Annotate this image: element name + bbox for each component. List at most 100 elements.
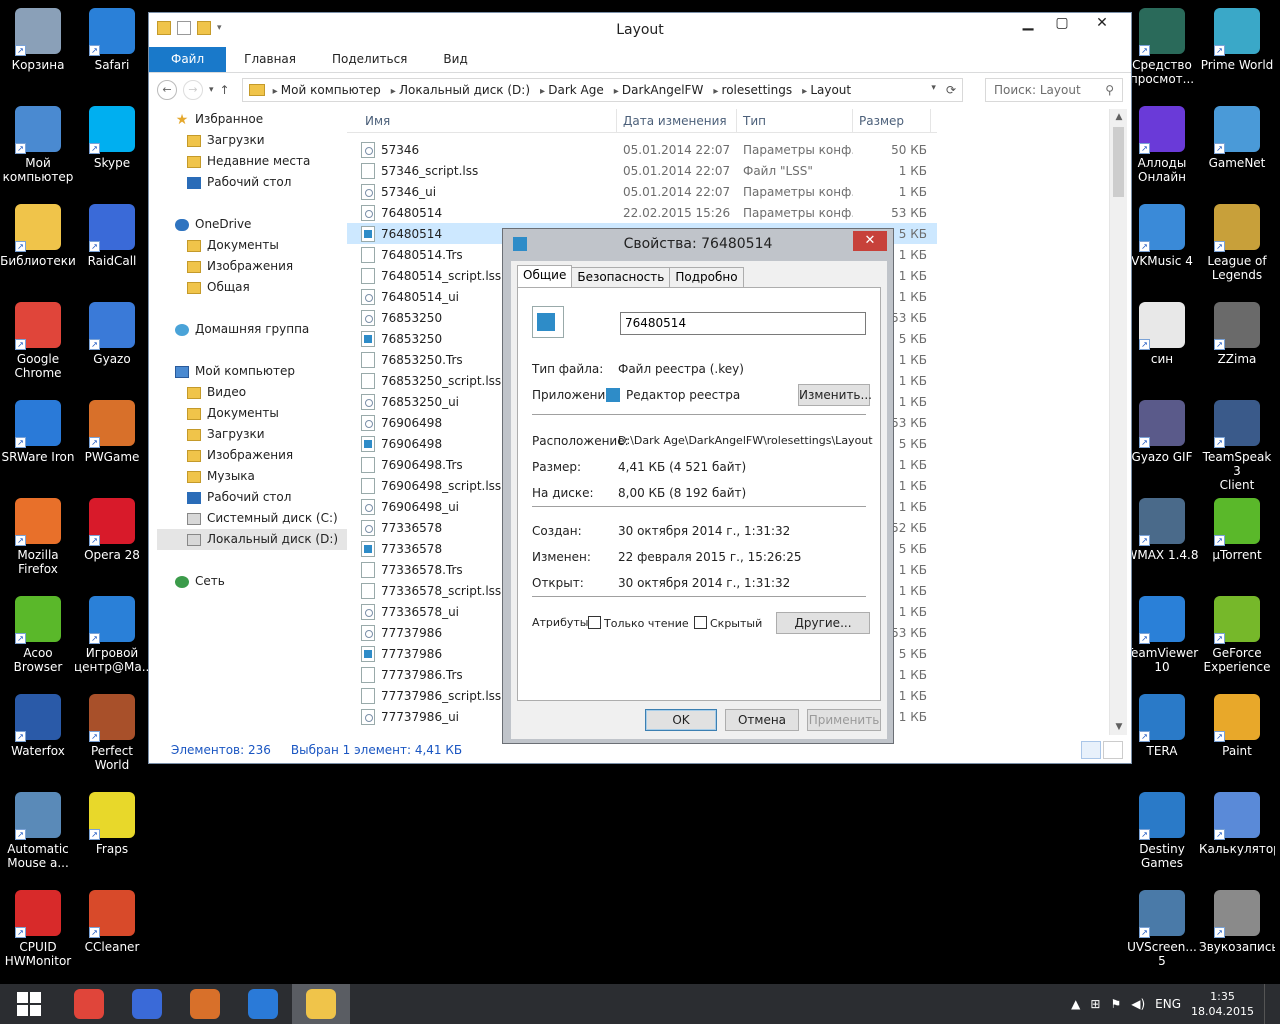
checkbox-box[interactable] <box>694 616 707 629</box>
up-button[interactable]: ↑ <box>220 83 230 97</box>
change-button[interactable]: Изменить... <box>798 384 872 406</box>
volume-icon[interactable]: ◀) <box>1131 997 1145 1011</box>
column-type[interactable]: Тип <box>737 109 853 132</box>
desktop-icon[interactable]: ↗ WMAX 1.4.8 <box>1124 494 1200 586</box>
refresh-icon[interactable]: ⟳ <box>946 83 956 97</box>
desktop-icon[interactable]: ↗ Gyazo GIF <box>1124 396 1200 488</box>
back-button[interactable]: ← <box>157 80 177 100</box>
desktop-icon[interactable]: ↗ Игровой центр@Ma... <box>74 592 150 684</box>
large-icons-view-icon[interactable] <box>1103 741 1123 759</box>
scrollbar-thumb[interactable] <box>1113 127 1124 197</box>
desktop-icon[interactable]: ↗ Аллоды Онлайн <box>1124 102 1200 194</box>
nav-item[interactable]: Локальный диск (D:) <box>157 529 347 550</box>
taskbar-explorer[interactable] <box>292 984 350 1024</box>
search-input[interactable]: Поиск: Layout ⚲ <box>985 78 1123 102</box>
nav-item[interactable]: Сеть <box>157 571 347 592</box>
nav-item[interactable]: Рабочий стол <box>157 487 347 508</box>
desktop-icon[interactable]: ↗ Fraps <box>74 788 150 880</box>
tab-details[interactable]: Подробно <box>669 267 744 287</box>
file-row[interactable]: 57346_script.lss 05.01.2014 22:07 Файл "LS… <box>347 160 937 181</box>
desktop-icon[interactable]: ↗ Калькулятор <box>1199 788 1275 880</box>
explorer-titlebar[interactable]: ▾ Layout ▁ ▢ ✕ <box>149 13 1131 47</box>
show-desktop-button[interactable] <box>1264 984 1270 1024</box>
taskbar-raidcall[interactable] <box>118 984 176 1024</box>
desktop-icon[interactable]: ↗ Google Chrome <box>0 298 76 390</box>
forward-button[interactable]: → <box>183 80 203 100</box>
desktop-icon[interactable]: ↗ Perfect World <box>74 690 150 782</box>
desktop-icon[interactable]: ↗ Paint <box>1199 690 1275 782</box>
desktop-icon[interactable]: ↗ син <box>1124 298 1200 390</box>
desktop-icon[interactable]: ↗ Корзина <box>0 4 76 96</box>
nav-item[interactable]: Рабочий стол <box>157 172 347 193</box>
desktop-icon[interactable]: ↗ Destiny Games <box>1124 788 1200 880</box>
nav-item[interactable]: Загрузки <box>157 424 347 445</box>
taskbar-srware-iron[interactable] <box>234 984 292 1024</box>
cancel-button[interactable]: Отмена <box>725 709 799 731</box>
desktop-icon[interactable]: ↗ TERA <box>1124 690 1200 782</box>
nav-item[interactable]: Недавние места <box>157 151 347 172</box>
ok-button[interactable]: OK <box>645 709 717 731</box>
address-bar[interactable]: Мой компьютер Локальный диск (D:) Dark Age… <box>241 78 963 102</box>
desktop-icon[interactable]: ↗ RaidCall <box>74 200 150 292</box>
file-row[interactable]: 76480514 22.02.2015 15:26 Параметры конф..… <box>347 202 937 223</box>
breadcrumb-item[interactable]: Dark Age <box>540 83 604 97</box>
flag-icon[interactable]: ⚑ <box>1110 997 1121 1011</box>
desktop-icon[interactable]: ↗ Waterfox <box>0 690 76 782</box>
desktop-icon[interactable]: ↗ Средство просмот... <box>1124 4 1200 96</box>
advanced-button[interactable]: Другие... <box>776 612 870 634</box>
desktop-icon[interactable]: ↗ Skype <box>74 102 150 194</box>
recent-locations-icon[interactable]: ▾ <box>209 85 214 95</box>
filename-field[interactable]: 76480514 <box>620 312 866 335</box>
nav-item[interactable]: Изображения <box>157 445 347 466</box>
language-indicator[interactable]: ENG <box>1155 997 1181 1011</box>
hidden-checkbox[interactable]: Скрытый <box>694 616 762 630</box>
apply-button[interactable]: Применить <box>807 709 881 731</box>
desktop-icon[interactable]: ↗ µTorrent <box>1199 494 1275 586</box>
dialog-close-button[interactable]: ✕ <box>853 231 887 251</box>
maximize-button[interactable]: ▢ <box>1045 13 1079 35</box>
nav-item[interactable]: Мой компьютер <box>157 361 347 382</box>
column-name[interactable]: Имя <box>347 109 617 132</box>
start-button[interactable] <box>0 984 58 1024</box>
file-row[interactable]: 57346_ui 05.01.2014 22:07 Параметры конф..… <box>347 181 937 202</box>
network-icon[interactable]: ⊞ <box>1090 997 1100 1011</box>
desktop-icon[interactable]: ↗ CCleaner <box>74 886 150 978</box>
desktop-icon[interactable]: ↗ Мой компьютер <box>0 102 76 194</box>
desktop-icon[interactable]: ↗ Mozilla Firefox <box>0 494 76 586</box>
desktop-icon[interactable]: ↗ League of Legends <box>1199 200 1275 292</box>
nav-item[interactable]: ★ Избранное <box>157 109 347 130</box>
nav-item[interactable]: Документы <box>157 403 347 424</box>
vertical-scrollbar[interactable]: ▲ ▼ <box>1109 109 1127 735</box>
scroll-down-icon[interactable]: ▼ <box>1110 719 1128 735</box>
show-hidden-icons[interactable]: ▲ <box>1071 997 1080 1011</box>
breadcrumb-item[interactable]: Layout <box>802 83 851 97</box>
desktop-icon[interactable]: ↗ VKMusic 4 <box>1124 200 1200 292</box>
details-view-icon[interactable] <box>1081 741 1101 759</box>
tab-file[interactable]: Файл <box>149 47 227 72</box>
desktop-icon[interactable]: ↗ Библиотеки <box>0 200 76 292</box>
nav-item[interactable]: Изображения <box>157 256 347 277</box>
desktop-icon[interactable]: ↗ CPUID HWMonitor <box>0 886 76 978</box>
nav-item[interactable]: Документы <box>157 235 347 256</box>
desktop-icon[interactable]: ↗ Gyazo <box>74 298 150 390</box>
desktop-icon[interactable]: ↗ TeamSpeak 3 Client <box>1199 396 1275 492</box>
breadcrumb-item[interactable]: Локальный диск (D:) <box>391 83 530 97</box>
desktop-icon[interactable]: ↗ Звукозапись <box>1199 886 1275 978</box>
column-date[interactable]: Дата изменения <box>617 109 737 132</box>
tab-share[interactable]: Поделиться <box>314 47 425 72</box>
tab-security[interactable]: Безопасность <box>571 267 671 287</box>
desktop-icon[interactable]: ↗ Acoo Browser <box>0 592 76 684</box>
breadcrumb-item[interactable]: Мой компьютер <box>273 83 381 97</box>
taskbar-pwgame[interactable] <box>176 984 234 1024</box>
tab-general[interactable]: Общие <box>517 265 573 287</box>
taskbar-chrome[interactable] <box>60 984 118 1024</box>
breadcrumb-item[interactable]: rolesettings <box>713 83 793 97</box>
desktop-icon[interactable]: ↗ Safari <box>74 4 150 96</box>
desktop-icon[interactable]: ↗ SRWare Iron <box>0 396 76 488</box>
nav-item[interactable]: Домашняя группа <box>157 319 347 340</box>
nav-item[interactable]: Видео <box>157 382 347 403</box>
column-size[interactable]: Размер <box>853 109 931 132</box>
tab-home[interactable]: Главная <box>226 47 314 72</box>
chevron-down-icon[interactable]: ▾ <box>931 83 936 97</box>
clock[interactable]: 1:35 18.04.2015 <box>1191 989 1254 1019</box>
